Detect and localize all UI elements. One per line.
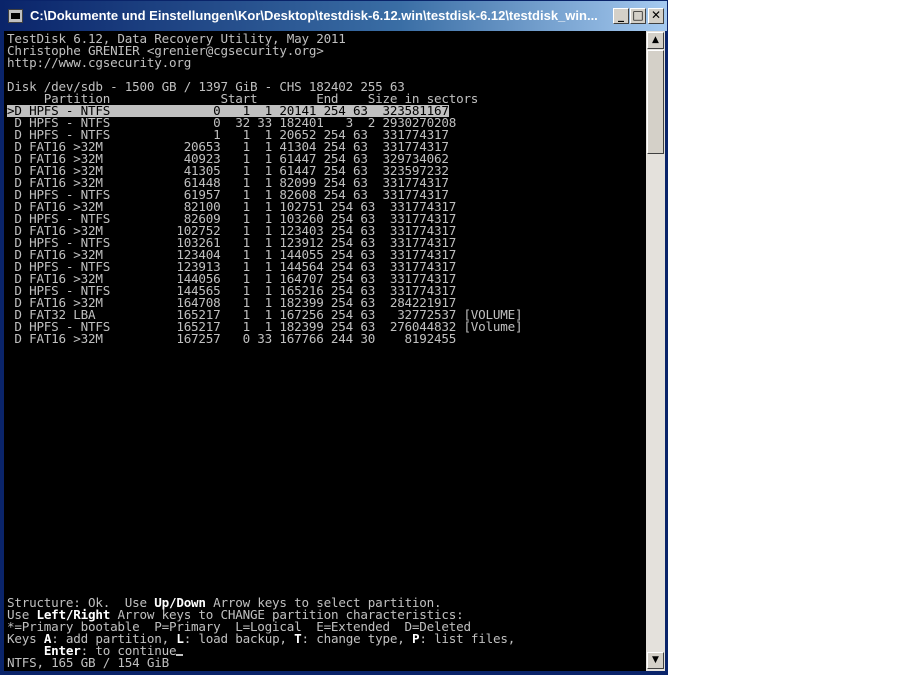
maximize-button[interactable]: □ bbox=[630, 8, 646, 24]
text-cursor bbox=[176, 654, 184, 656]
minimize-button[interactable]: _ bbox=[613, 8, 629, 24]
key-t-desc: : change type, bbox=[301, 631, 412, 646]
window-title: C:\Dokumente und Einstellungen\Kor\Deskt… bbox=[30, 8, 598, 23]
console-window: C:\Dokumente und Einstellungen\Kor\Deskt… bbox=[0, 0, 668, 675]
console-output[interactable]: TestDisk 6.12, Data Recovery Utility, Ma… bbox=[4, 31, 646, 671]
vertical-scrollbar[interactable]: ▲ ▼ bbox=[646, 31, 665, 671]
website-line: http://www.cgsecurity.org bbox=[7, 55, 192, 70]
scrollbar-thumb[interactable] bbox=[647, 50, 664, 154]
scroll-down-arrow-icon[interactable]: ▼ bbox=[647, 652, 664, 669]
key-p-desc: : list files, bbox=[419, 631, 516, 646]
scroll-up-arrow-icon[interactable]: ▲ bbox=[647, 32, 664, 49]
close-button[interactable]: ✕ bbox=[648, 8, 664, 24]
key-l: L bbox=[176, 631, 184, 646]
key-l-desc: : load backup, bbox=[183, 631, 295, 646]
key-t: T bbox=[294, 631, 302, 646]
console-app-icon[interactable] bbox=[8, 9, 23, 23]
partition-row[interactable]: D FAT16 >32M 167257 0 33 167766 244 30 8… bbox=[7, 332, 456, 345]
title-bar[interactable]: C:\Dokumente und Einstellungen\Kor\Deskt… bbox=[1, 1, 667, 31]
selected-partition-size-status: NTFS, 165 GB / 154 GiB bbox=[7, 655, 169, 670]
